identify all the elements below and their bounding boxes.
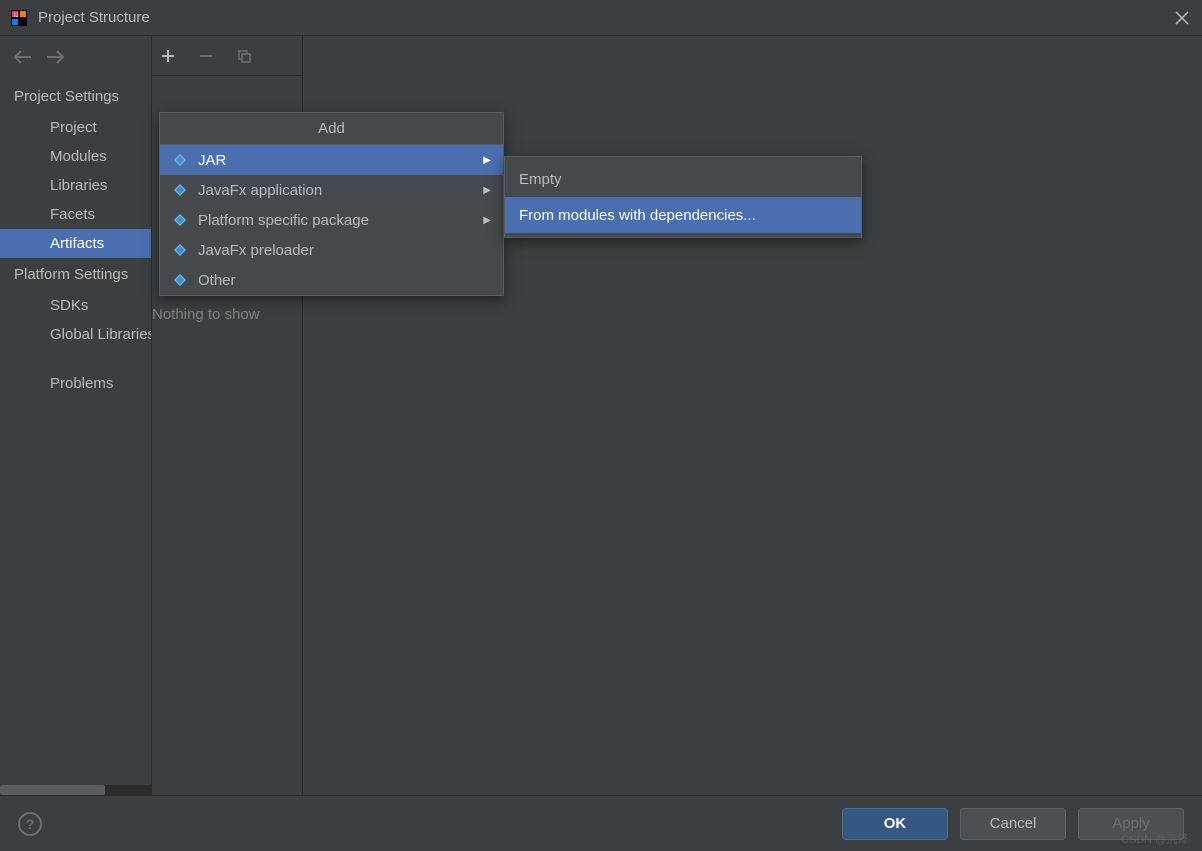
sidebar-item-project[interactable]: Project	[0, 113, 151, 142]
artifact-icon	[172, 182, 188, 198]
ok-button[interactable]: OK	[842, 808, 948, 840]
svg-text:IJ: IJ	[14, 13, 19, 19]
sidebar: Project Settings Project Modules Librari…	[0, 36, 152, 795]
artifact-icon	[172, 152, 188, 168]
artifact-icon	[172, 242, 188, 258]
menu-label: JavaFx application	[198, 182, 322, 199]
section-project-settings: Project Settings	[0, 80, 151, 113]
menu-item-jar[interactable]: JAR ▶	[160, 145, 503, 175]
menu-item-other[interactable]: Other	[160, 265, 503, 295]
submenu-item-empty[interactable]: Empty	[505, 161, 861, 197]
menu-label: JAR	[198, 152, 226, 169]
menu-label: Platform specific package	[198, 212, 369, 229]
sidebar-item-libraries[interactable]: Libraries	[0, 171, 151, 200]
menu-label: Empty	[519, 171, 562, 188]
menu-label: Other	[198, 272, 236, 289]
nav-forward-icon[interactable]	[46, 50, 66, 70]
menu-item-platform-package[interactable]: Platform specific package ▶	[160, 205, 503, 235]
sidebar-item-sdks[interactable]: SDKs	[0, 291, 151, 320]
chevron-right-icon: ▶	[483, 185, 491, 196]
sidebar-item-modules[interactable]: Modules	[0, 142, 151, 171]
menu-label: JavaFx preloader	[198, 242, 314, 259]
help-button[interactable]: ?	[18, 812, 42, 836]
add-menu-header: Add	[160, 113, 503, 145]
add-menu: Add JAR ▶ JavaFx application ▶	[159, 112, 504, 296]
submenu-item-from-modules[interactable]: From modules with dependencies...	[505, 197, 861, 233]
section-platform-settings: Platform Settings	[0, 258, 151, 291]
copy-button[interactable]	[234, 46, 254, 66]
sidebar-scrollbar[interactable]	[0, 785, 151, 795]
close-icon[interactable]	[1172, 8, 1192, 28]
menu-item-javafx-preloader[interactable]: JavaFx preloader	[160, 235, 503, 265]
menu-label: From modules with dependencies...	[519, 207, 756, 224]
watermark: CSDN @沉泽·	[1121, 831, 1192, 847]
cancel-button[interactable]: Cancel	[960, 808, 1066, 840]
sidebar-item-global-libraries[interactable]: Global Libraries	[0, 320, 151, 349]
menu-item-javafx-app[interactable]: JavaFx application ▶	[160, 175, 503, 205]
nav-back-icon[interactable]	[14, 50, 34, 70]
add-button[interactable]	[158, 46, 178, 66]
remove-button[interactable]	[196, 46, 216, 66]
sidebar-item-artifacts[interactable]: Artifacts	[0, 229, 151, 258]
artifact-icon	[172, 212, 188, 228]
jar-submenu: Empty From modules with dependencies...	[504, 156, 862, 238]
chevron-right-icon: ▶	[483, 155, 491, 166]
chevron-right-icon: ▶	[483, 215, 491, 226]
app-icon: IJ	[10, 9, 28, 27]
sidebar-item-facets[interactable]: Facets	[0, 200, 151, 229]
sidebar-item-problems[interactable]: Problems	[0, 369, 151, 398]
window-title: Project Structure	[38, 9, 150, 26]
artifact-icon	[172, 272, 188, 288]
dialog-footer: ? OK Cancel Apply	[0, 795, 1202, 851]
titlebar: IJ Project Structure	[0, 0, 1202, 36]
